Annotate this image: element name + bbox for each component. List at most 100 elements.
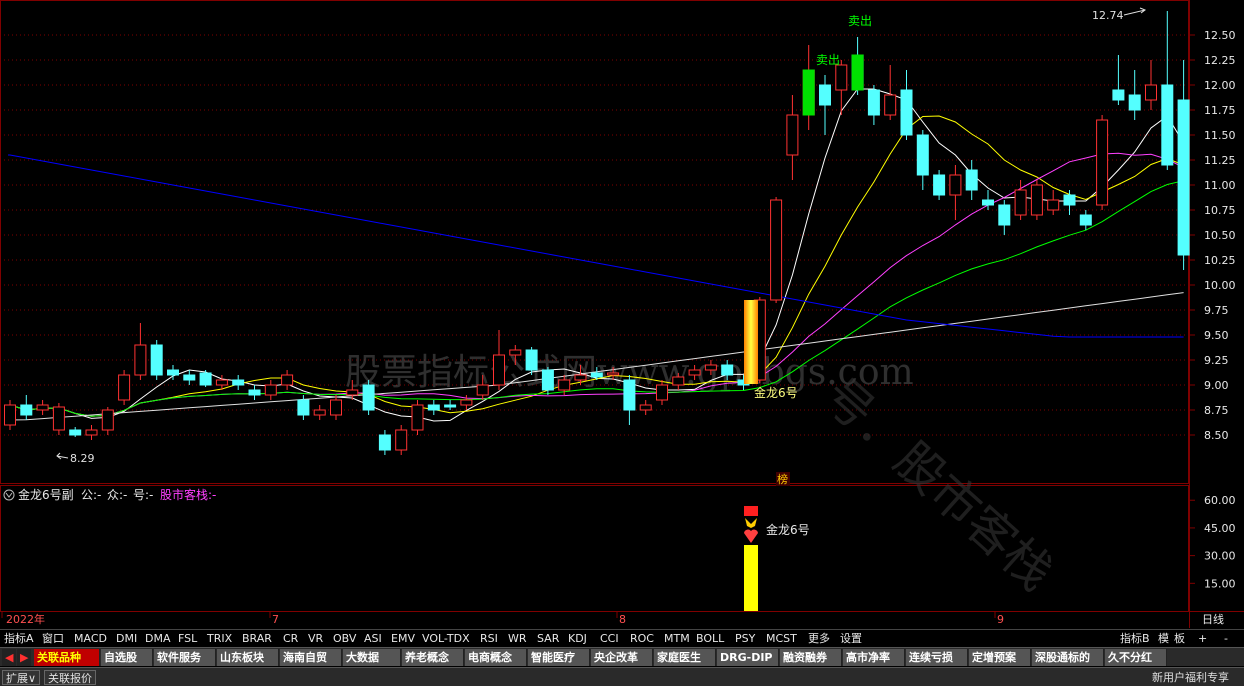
tab-dmi[interactable]: DMI [114, 631, 139, 646]
tab-obv[interactable]: OBV [331, 631, 358, 646]
candle [101, 407, 114, 435]
sector-tab-smart-medical[interactable]: 智能医疗 [528, 649, 590, 666]
price-tick-label: 12.00 [1204, 79, 1236, 92]
candle [281, 370, 294, 390]
tab-window[interactable]: 窗口 [40, 631, 66, 646]
time-label-month-3: 9 [997, 613, 1004, 626]
tab-more[interactable]: 更多 [806, 631, 832, 646]
candle [1161, 11, 1174, 170]
sector-tab-soe-reform[interactable]: 央企改革 [591, 649, 653, 666]
candle-body [1079, 214, 1092, 226]
tab-brar[interactable]: BRAR [240, 631, 274, 646]
candle [900, 70, 913, 140]
price-tick-label: 9.50 [1204, 329, 1229, 342]
candle [444, 400, 457, 410]
tab-kdj[interactable]: KDJ [566, 631, 589, 646]
sector-tab-bigdata[interactable]: 大数据 [343, 649, 401, 666]
zoom-out-button[interactable]: - [1222, 631, 1230, 646]
candle [998, 200, 1011, 235]
sector-tab-hainan[interactable]: 海南自贸 [280, 649, 342, 666]
tab-cr[interactable]: CR [281, 631, 300, 646]
period-label[interactable]: 日线 [1202, 612, 1224, 626]
low-arrow [56, 452, 69, 460]
candle-body [36, 404, 49, 411]
sector-tab-margin[interactable]: 融资融券 [780, 649, 842, 666]
tab-roc[interactable]: ROC [628, 631, 656, 646]
candle-body [819, 84, 831, 106]
sub-field-brand: 股市客栈:- [160, 487, 216, 502]
candle [639, 400, 652, 415]
sector-tab-private-placement[interactable]: 定增预案 [969, 649, 1031, 666]
candle-body [884, 94, 897, 116]
candle-body [85, 429, 98, 436]
tab-asi[interactable]: ASI [362, 631, 384, 646]
candle-body [330, 399, 342, 416]
candle [4, 400, 16, 430]
nav-left-arrow[interactable]: ◀ [2, 649, 16, 666]
bang-label: 榜 [777, 472, 788, 486]
tab-template-1[interactable]: 模 [1156, 631, 1171, 646]
tab-indicator-b[interactable]: 指标B [1118, 631, 1152, 646]
tab-wr[interactable]: WR [506, 631, 529, 646]
sector-tab-drg-dip[interactable]: DRG-DIP [717, 649, 779, 666]
price-tick-label: 10.75 [1204, 204, 1236, 217]
candle-body [949, 174, 962, 196]
sector-tab-family-doctor[interactable]: 家庭医生 [654, 649, 716, 666]
expand-button[interactable]: 扩展∨ [2, 670, 41, 685]
sector-tab-losses[interactable]: 连续亏损 [906, 649, 968, 666]
kline-chart[interactable]: 12.50 12.25 12.00 11.75 11.50 11.25 11.00 10.75… [0, 0, 1244, 686]
tab-cci[interactable]: CCI [598, 631, 621, 646]
tab-macd[interactable]: MACD [72, 631, 109, 646]
sector-tab-ecommerce[interactable]: 电商概念 [465, 649, 527, 666]
candle-body [623, 379, 636, 411]
related-quotes-button[interactable]: 关联报价 [44, 670, 96, 685]
sell-candle [851, 54, 864, 91]
sector-tab-no-dividend[interactable]: 久不分红 [1105, 649, 1167, 666]
sector-tab-related[interactable]: 关联品种 [34, 649, 100, 666]
indicator-tick-label: 60.00 [1204, 494, 1236, 507]
candle-body [118, 374, 131, 401]
sector-tab-high-pb[interactable]: 高市净率 [843, 649, 905, 666]
time-label-year: 2022年 [6, 612, 45, 626]
tab-fsl[interactable]: FSL [176, 631, 199, 646]
candle-body [248, 389, 261, 396]
heart-icon [744, 529, 758, 543]
candle-body [1063, 194, 1076, 206]
zoom-in-button[interactable]: + [1196, 631, 1209, 646]
tab-vol-tdx[interactable]: VOL-TDX [420, 631, 472, 646]
promo-link[interactable]: 新用户福利专享 [1152, 670, 1229, 685]
tab-mtm[interactable]: MTM [662, 631, 692, 646]
candle [623, 375, 636, 425]
sector-tab-software[interactable]: 软件服务 [154, 649, 216, 666]
candle-body [786, 114, 799, 156]
candle-body [313, 409, 326, 416]
tab-emv[interactable]: EMV [389, 631, 417, 646]
time-label-month: 7 [272, 613, 279, 626]
candle [835, 60, 848, 115]
sector-tab-elderly[interactable]: 养老概念 [402, 649, 464, 666]
sector-tab-watchlist[interactable]: 自选股 [101, 649, 153, 666]
sector-tab-shandong[interactable]: 山东板块 [217, 649, 279, 666]
candle-body [493, 354, 505, 386]
tab-template-2[interactable]: 板 [1172, 631, 1187, 646]
tab-trix[interactable]: TRIX [205, 631, 234, 646]
candle-body [574, 374, 587, 381]
candle [770, 197, 783, 303]
candle-body [639, 404, 652, 411]
tab-indicator-a[interactable]: 指标A [2, 631, 36, 646]
tab-rsi[interactable]: RSI [478, 631, 500, 646]
tab-settings[interactable]: 设置 [838, 631, 864, 646]
candle [167, 365, 179, 380]
candle-body [378, 434, 391, 451]
tab-vr[interactable]: VR [306, 631, 325, 646]
candle [1096, 115, 1109, 210]
tab-mcst[interactable]: MCST [764, 631, 799, 646]
nav-right-arrow[interactable]: ▶ [17, 649, 31, 666]
sector-tab-sz-connect[interactable]: 深股通标的 [1032, 649, 1104, 666]
price-tick-label: 9.75 [1204, 304, 1229, 317]
tab-psy[interactable]: PSY [733, 631, 757, 646]
tab-sar[interactable]: SAR [535, 631, 561, 646]
collapse-icon[interactable] [3, 489, 15, 501]
tab-boll[interactable]: BOLL [694, 631, 726, 646]
tab-dma[interactable]: DMA [143, 631, 173, 646]
